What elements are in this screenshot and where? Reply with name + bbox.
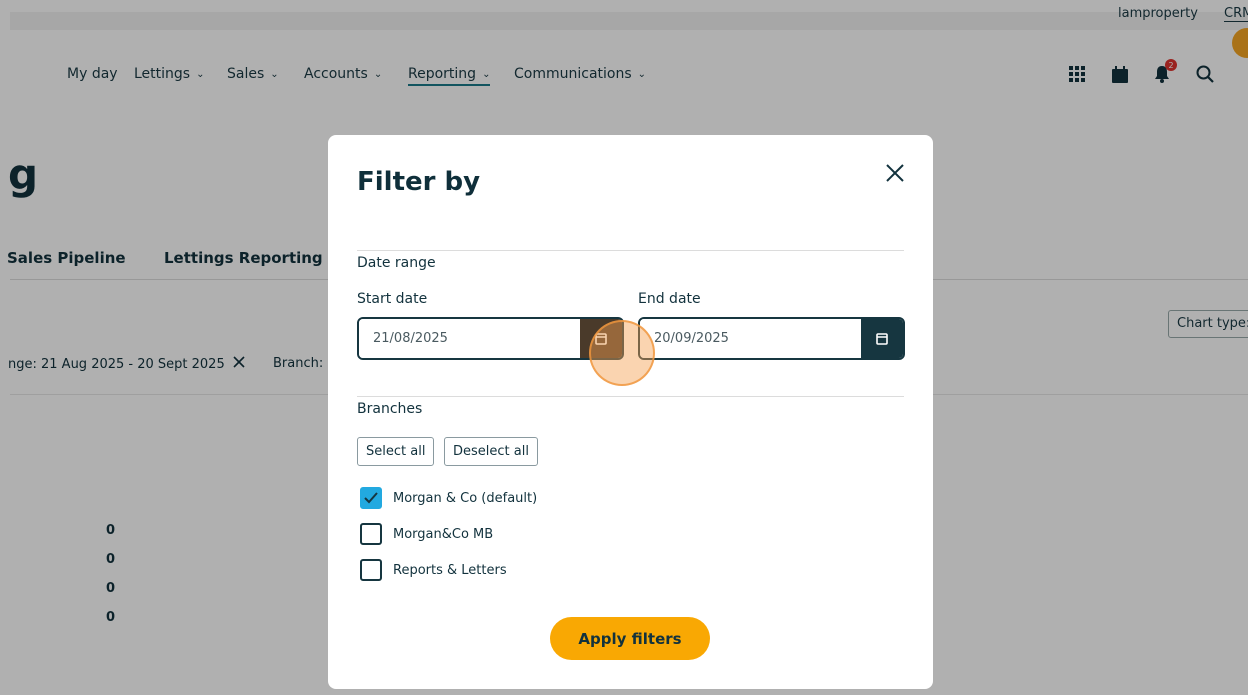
section-divider [357,396,904,397]
branch-option[interactable]: Reports & Letters [360,559,507,581]
branch-label: Reports & Letters [393,562,507,578]
start-date-picker-button[interactable] [580,319,622,358]
branch-label: Morgan & Co (default) [393,490,538,506]
date-range-label: Date range [357,255,436,271]
close-modal-button[interactable] [882,160,908,186]
end-date-picker-button[interactable] [861,319,903,358]
start-date-input[interactable] [359,319,580,358]
checkmark-icon [364,492,378,504]
start-date-label: Start date [357,291,428,307]
apply-filters-button[interactable]: Apply filters [550,617,710,660]
select-all-button[interactable]: Select all [357,437,435,466]
branches-label: Branches [357,401,423,417]
branch-label: Morgan&Co MB [393,526,494,542]
end-date-label: End date [638,291,701,307]
branch-option[interactable]: Morgan&Co MB [360,523,493,545]
deselect-all-button[interactable]: Deselect all [444,437,538,466]
filter-modal: Filter by Date range Start date End date… [328,135,933,689]
calendar-icon [595,333,607,345]
branch-option[interactable]: Morgan & Co (default) [360,487,537,509]
calendar-icon [876,333,888,345]
section-divider [357,250,904,251]
branch-checkbox[interactable] [360,487,382,509]
start-date-field [357,317,624,360]
close-icon [886,164,904,182]
end-date-field [638,317,905,360]
branch-checkbox[interactable] [360,559,382,581]
modal-title: Filter by [357,167,481,197]
branch-checkbox[interactable] [360,523,382,545]
end-date-input[interactable] [640,319,861,358]
